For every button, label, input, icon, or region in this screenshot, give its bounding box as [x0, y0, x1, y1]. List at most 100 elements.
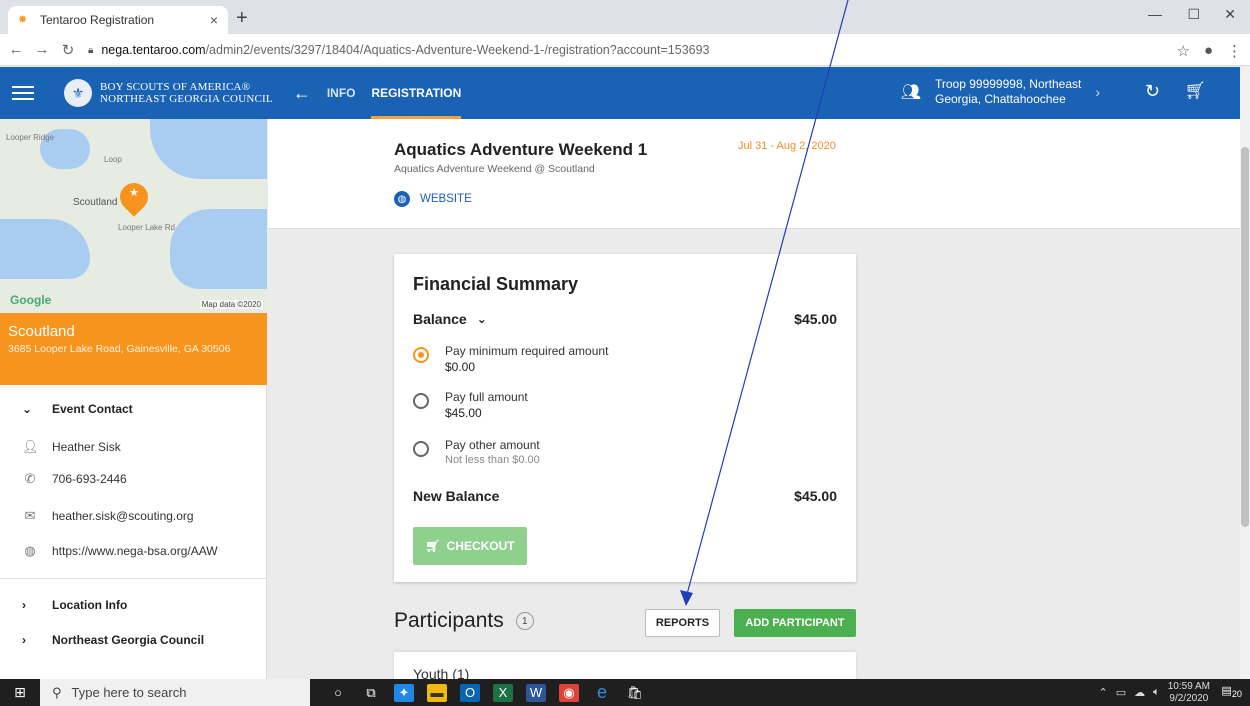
cart-icon[interactable]: 🛒︎ [1184, 81, 1206, 101]
browser-menu-icon[interactable]: ⋮ [1227, 42, 1242, 60]
pay-full-radio[interactable] [413, 393, 429, 409]
chevron-right-icon: › [1095, 84, 1100, 100]
tab-info[interactable]: INFO [327, 67, 356, 119]
back-icon[interactable]: ← [6, 41, 26, 58]
forward-icon[interactable]: → [32, 41, 52, 58]
event-subtitle: Aquatics Adventure Weekend @ Scoutland [394, 163, 595, 175]
url-input[interactable]: 🔒︎ nega.tentaroo.com/admin2/events/3297/… [88, 38, 1178, 62]
task-view-icon[interactable]: ⧉ [361, 684, 381, 702]
contact-phone-row[interactable]: ✆ 706-693-2446 [22, 471, 127, 487]
volume-icon[interactable]: 🔈︎ [1153, 686, 1160, 699]
bookmark-star-icon[interactable]: ☆ [1176, 42, 1189, 60]
new-tab-button[interactable]: + [236, 8, 248, 28]
contact-name-row: 👤︎ Heather Sisk [22, 439, 121, 455]
tab-registration[interactable]: REGISTRATION [371, 67, 462, 119]
chrome-icon[interactable]: ◉ [559, 683, 579, 702]
checkout-button[interactable]: 🛒︎ CHECKOUT [413, 527, 527, 565]
bsa-logo: ⚜ [64, 79, 92, 107]
tray-chevron-up-icon[interactable]: ⌃ [1099, 686, 1108, 699]
excel-icon[interactable]: X [493, 683, 513, 702]
map-road-label: Looper Lake Rd [118, 223, 175, 232]
internet-explorer-icon[interactable]: e [592, 682, 612, 702]
file-explorer-icon[interactable]: ▬ [427, 683, 447, 702]
store-icon[interactable]: 🛍︎ [625, 684, 645, 702]
favicon-icon: ✸ [18, 14, 28, 26]
divider [0, 578, 267, 579]
map-road-label: Loop [104, 155, 122, 164]
hamburger-menu-icon[interactable] [12, 86, 34, 100]
address-bar: ← → ↻ 🔒︎ nega.tentaroo.com/admin2/events… [0, 34, 1250, 66]
location-address: 3685 Looper Lake Road, Gainesville, GA 3… [8, 343, 231, 355]
close-tab-icon[interactable]: × [210, 12, 218, 28]
back-arrow-icon[interactable]: ← [293, 83, 311, 104]
website-label: WEBSITE [420, 193, 472, 205]
search-icon: ⚲ [52, 684, 62, 700]
clock-date: 9/2/2020 [1169, 692, 1209, 704]
globe-icon: ◍ [24, 543, 36, 558]
onedrive-icon[interactable]: ☁ [1134, 686, 1145, 699]
taskbar-clock[interactable]: 10:59 AM 9/2/2020 [1168, 681, 1210, 705]
group-icon: 👥︎ [900, 84, 921, 101]
windows-start-icon[interactable]: ⊞ [0, 679, 40, 706]
cart-icon: 🛒︎ [425, 539, 441, 553]
option-value: $0.00 [445, 360, 476, 374]
contact-email-row[interactable]: ✉ heather.sisk@scouting.org [22, 508, 194, 524]
phone-icon: ✆ [24, 471, 36, 486]
pay-other-option[interactable]: Pay other amount Not less than $0.00 [413, 438, 540, 466]
clock-time: 10:59 AM [1167, 680, 1210, 692]
troop-name-line1: Troop 99999998, Northeast [935, 77, 1082, 91]
chevron-right-icon: › [22, 633, 26, 647]
profile-icon[interactable]: ● [1204, 42, 1213, 60]
pay-minimum-radio[interactable] [413, 347, 429, 363]
participants-title: Participants [394, 609, 504, 632]
scrollbar-thumb[interactable] [1241, 147, 1249, 527]
reports-button[interactable]: REPORTS [645, 609, 720, 637]
participants-heading: Participants 1 [394, 609, 534, 633]
map-attribution[interactable]: Map data ©2020 [199, 300, 263, 309]
network-icon[interactable]: ▭ [1116, 686, 1126, 699]
outlook-icon[interactable]: O [460, 683, 480, 702]
notification-count: 20 [1231, 689, 1242, 700]
refresh-icon[interactable]: ↻ [1145, 81, 1160, 102]
location-info-label: Location Info [52, 598, 128, 612]
reload-icon[interactable]: ↻ [58, 41, 78, 59]
org-name-line2: NORTHEAST GEORGIA COUNCIL [100, 93, 273, 105]
council-toggle[interactable]: › Northeast Georgia Council [22, 633, 204, 647]
contact-website-row[interactable]: ◍ https://www.nega-bsa.org/AAW [22, 543, 218, 559]
close-window-icon[interactable]: ✕ [1224, 6, 1236, 23]
balance-toggle[interactable]: Balance ⌄ [413, 311, 487, 327]
notification-center-icon[interactable]: ▤20 [1221, 684, 1242, 699]
globe-icon: ◍ [394, 191, 410, 207]
cortana-icon[interactable]: ○ [328, 684, 348, 702]
taskbar-search-placeholder: Type here to search [71, 685, 187, 700]
pay-minimum-option[interactable]: Pay minimum required amount $0.00 [413, 344, 608, 374]
new-balance-label: New Balance [413, 488, 500, 504]
browser-tab[interactable]: ✸ Tentaroo Registration × [8, 6, 228, 34]
edge-legacy-icon[interactable]: ✦ [394, 683, 414, 702]
google-logo: Google [10, 293, 52, 307]
maximize-icon[interactable]: ☐ [1187, 6, 1200, 23]
contact-email[interactable]: heather.sisk@scouting.org [52, 509, 194, 523]
contact-website[interactable]: https://www.nega-bsa.org/AAW [52, 544, 218, 558]
email-icon: ✉ [24, 508, 36, 523]
page-scrollbar[interactable] [1240, 67, 1250, 679]
taskbar-search-input[interactable]: ⚲ Type here to search [40, 679, 310, 706]
troop-selector[interactable]: 👥︎ Troop 99999998, Northeast Georgia, Ch… [901, 77, 1100, 107]
word-icon[interactable]: W [526, 683, 546, 702]
annotation-arrowhead [680, 590, 693, 606]
organization-name: BOY SCOUTS OF AMERICA® NORTHEAST GEORGIA… [100, 81, 273, 105]
location-info-toggle[interactable]: › Location Info [22, 598, 127, 612]
location-map[interactable]: Looper Ridge Loop Looper Lake Rd Scoutla… [0, 119, 267, 313]
website-link[interactable]: ◍ WEBSITE [394, 191, 472, 207]
event-dates: Jul 31 - Aug 2, 2020 [738, 140, 836, 152]
minimize-icon[interactable]: — [1148, 6, 1162, 22]
pay-full-option[interactable]: Pay full amount $45.00 [413, 390, 528, 420]
contact-phone[interactable]: 706-693-2446 [52, 472, 127, 486]
balance-amount: $45.00 [794, 311, 837, 327]
pay-other-radio[interactable] [413, 441, 429, 457]
new-balance-row: New Balance $45.00 [413, 488, 837, 504]
balance-row: Balance ⌄ $45.00 [413, 311, 837, 327]
event-contact-toggle[interactable]: ⌄ Event Contact [22, 402, 133, 416]
add-participant-button[interactable]: ADD PARTICIPANT [734, 609, 856, 637]
event-sidebar: Looper Ridge Loop Looper Lake Rd Scoutla… [0, 119, 267, 679]
